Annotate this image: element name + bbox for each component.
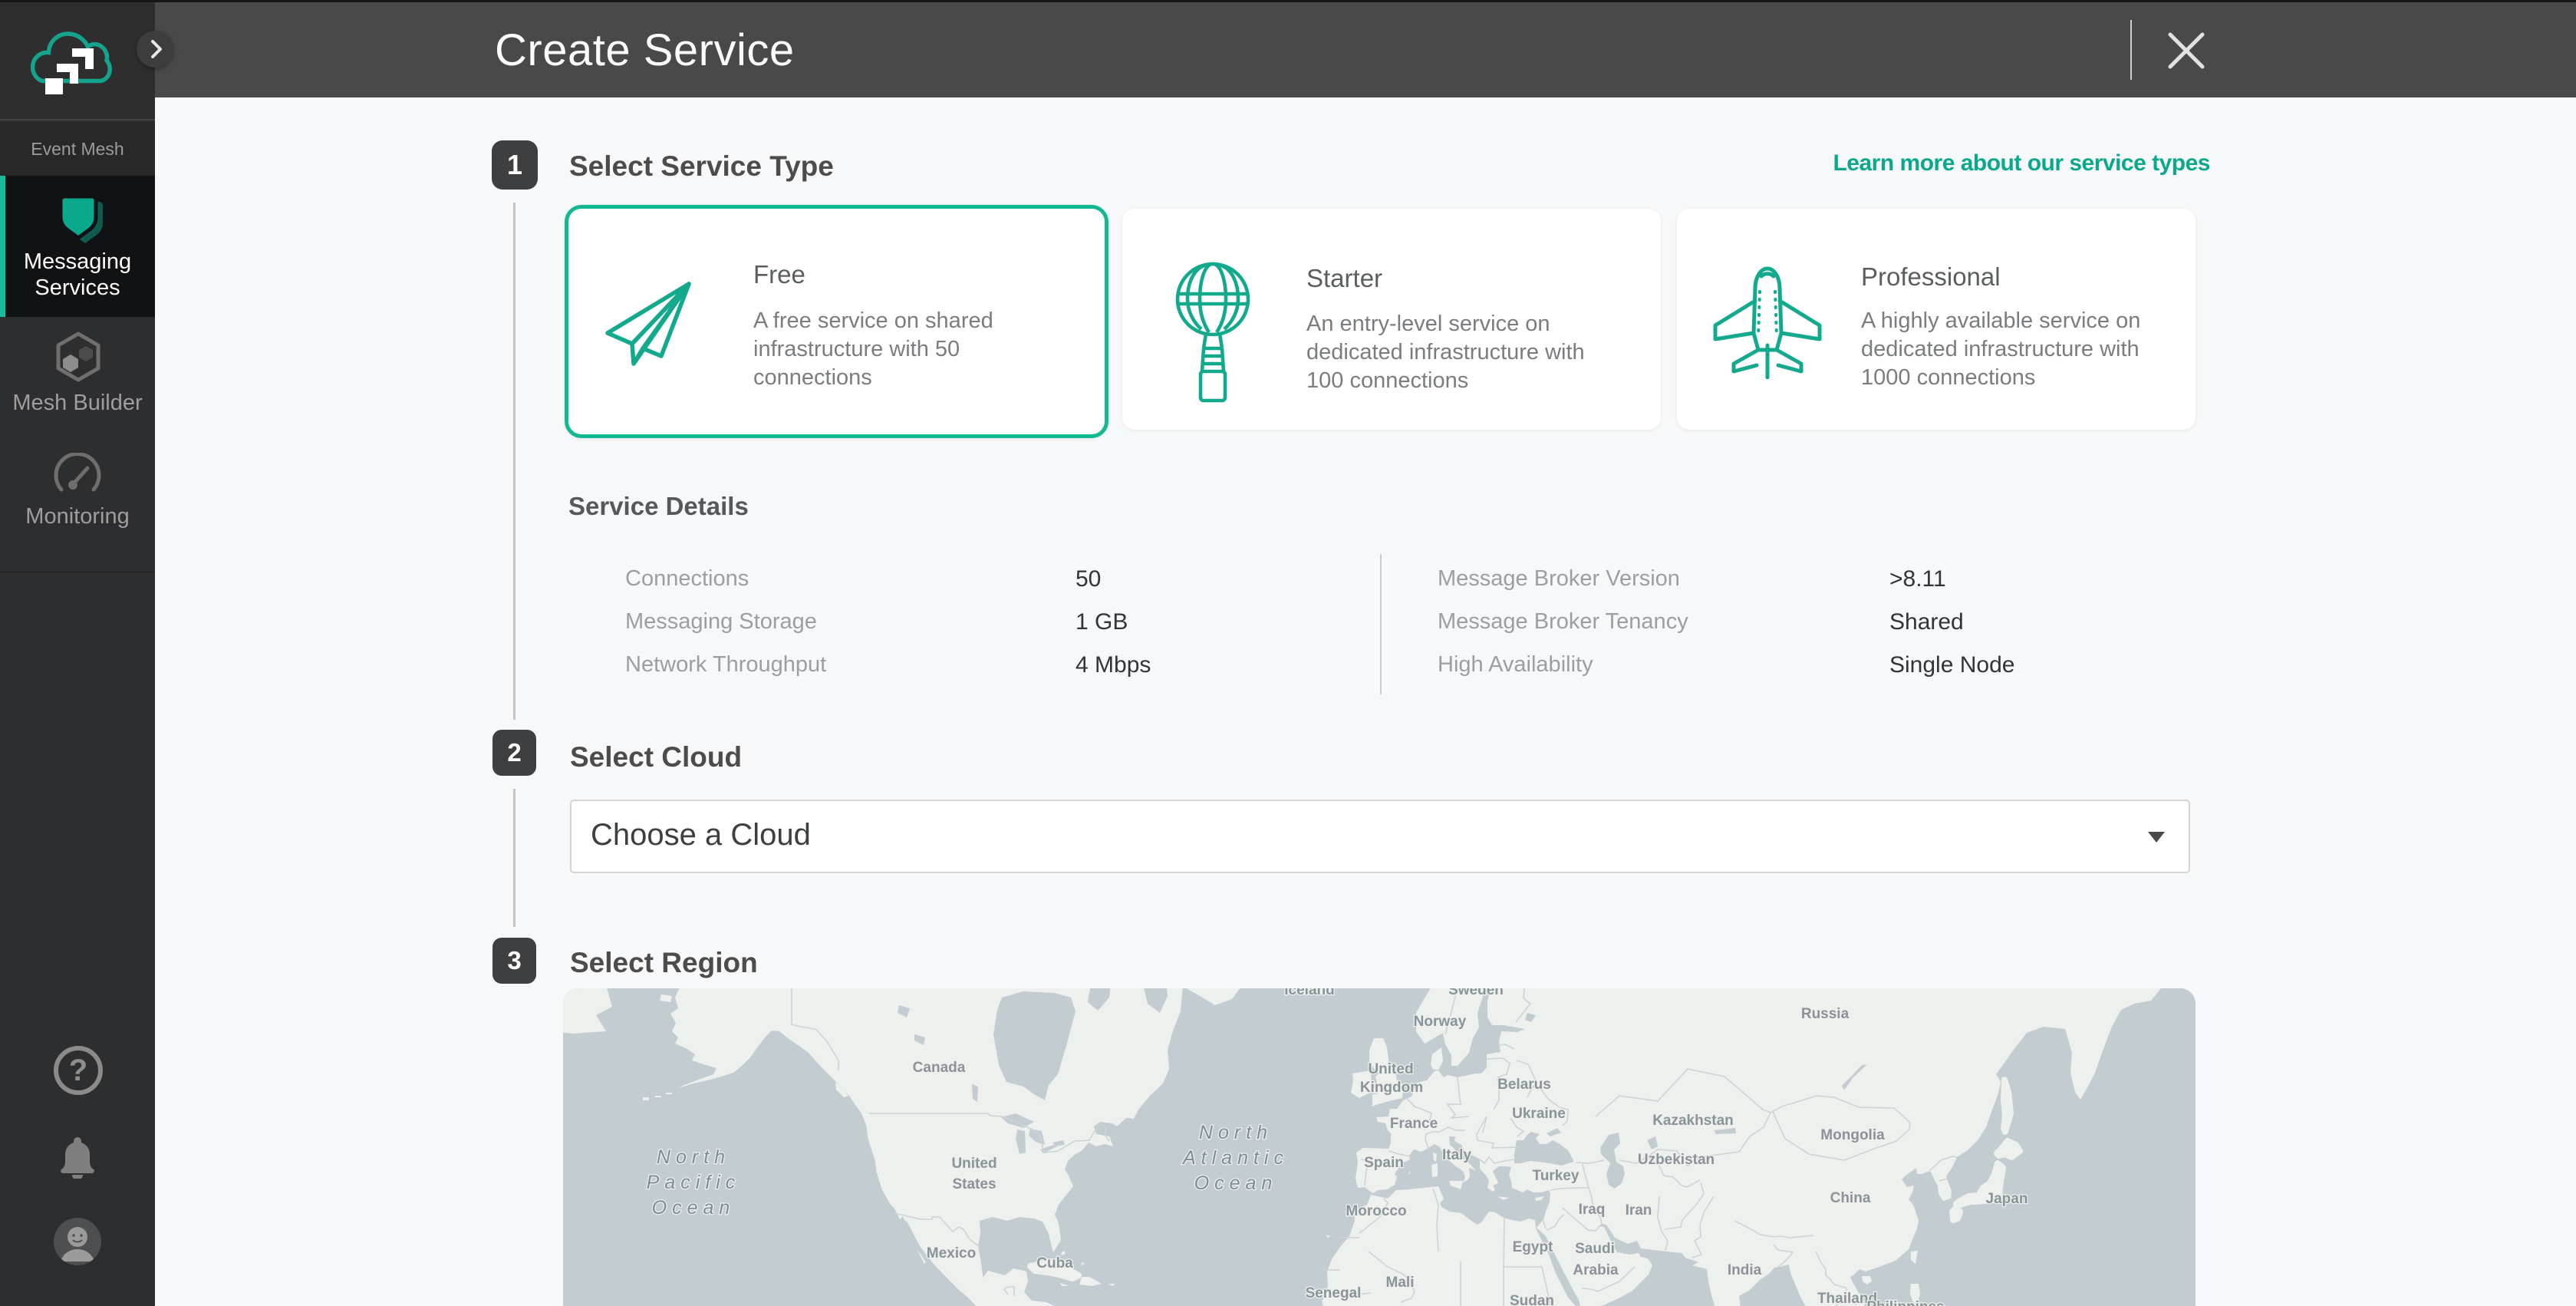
svg-text:Turkey: Turkey xyxy=(1533,1168,1580,1184)
svg-text:China: China xyxy=(1830,1190,1871,1206)
svg-text:Iraq: Iraq xyxy=(1579,1202,1606,1218)
svg-text:Iceland: Iceland xyxy=(1284,988,1334,998)
svg-text:Ukraine: Ukraine xyxy=(1512,1106,1566,1122)
svg-text:Iran: Iran xyxy=(1626,1202,1652,1219)
svg-text:Philippines: Philippines xyxy=(1866,1299,1944,1306)
svg-text:Canada: Canada xyxy=(913,1060,966,1076)
svg-text:France: France xyxy=(1390,1116,1438,1132)
svg-text:Mali: Mali xyxy=(1386,1275,1415,1291)
svg-text:North: North xyxy=(1199,1122,1273,1143)
svg-text:Ocean: Ocean xyxy=(652,1197,736,1219)
svg-text:Pacific: Pacific xyxy=(647,1172,741,1193)
svg-text:Norway: Norway xyxy=(1414,1014,1467,1030)
svg-text:Ocean: Ocean xyxy=(1194,1172,1278,1194)
svg-text:Cuba: Cuba xyxy=(1036,1255,1073,1271)
svg-text:United: United xyxy=(951,1156,996,1172)
svg-text:Senegal: Senegal xyxy=(1306,1285,1362,1301)
svg-text:Sudan: Sudan xyxy=(1510,1293,1554,1306)
svg-text:Kazakhstan: Kazakhstan xyxy=(1652,1113,1734,1129)
svg-text:?: ? xyxy=(69,1054,87,1087)
svg-text:Italy: Italy xyxy=(1442,1147,1471,1163)
svg-text:Japan: Japan xyxy=(1986,1191,2028,1207)
svg-text:Kingdom: Kingdom xyxy=(1360,1080,1423,1096)
svg-text:Mexico: Mexico xyxy=(927,1245,976,1261)
svg-text:Egypt: Egypt xyxy=(1513,1239,1553,1255)
svg-text:Russia: Russia xyxy=(1801,1006,1850,1022)
svg-text:Atlantic: Atlantic xyxy=(1181,1147,1289,1169)
svg-text:India: India xyxy=(1728,1262,1762,1278)
svg-text:Arabia: Arabia xyxy=(1573,1262,1619,1278)
svg-text:United: United xyxy=(1368,1061,1413,1077)
svg-text:Saudi: Saudi xyxy=(1575,1241,1615,1257)
svg-text:Mongolia: Mongolia xyxy=(1820,1127,1885,1143)
svg-text:States: States xyxy=(952,1176,996,1192)
svg-text:Morocco: Morocco xyxy=(1346,1203,1406,1219)
svg-text:Uzbekistan: Uzbekistan xyxy=(1638,1152,1715,1168)
svg-text:Spain: Spain xyxy=(1364,1155,1404,1171)
svg-text:Belarus: Belarus xyxy=(1497,1077,1551,1093)
svg-text:North: North xyxy=(657,1146,730,1168)
svg-text:Sweden: Sweden xyxy=(1448,988,1504,998)
